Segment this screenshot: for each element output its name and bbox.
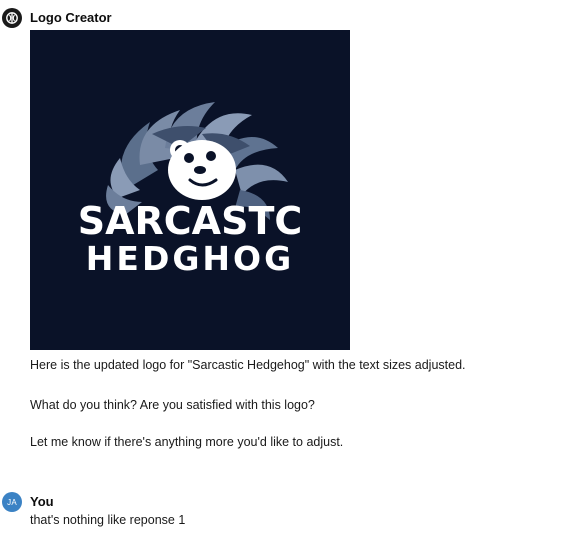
openai-logo-icon [6, 12, 18, 24]
generated-logo-image[interactable]: SARCASTC HEDGHOG [30, 30, 350, 350]
user-message: that's nothing like reponse 1 [30, 513, 186, 527]
user-name: You [30, 494, 54, 509]
assistant-paragraph: Here is the updated logo for "Sarcastic … [30, 358, 466, 372]
assistant-name: Logo Creator [30, 10, 112, 25]
hedgehog-face [168, 140, 236, 200]
assistant-paragraph: What do you think? Are you satisfied wit… [30, 398, 315, 412]
user-avatar: JA [2, 492, 22, 512]
logo-text-line2: HEDGHOG [86, 239, 294, 278]
assistant-avatar [2, 8, 22, 28]
logo-text-line1: SARCASTC [78, 199, 303, 243]
hedgehog-logo-graphic: SARCASTC HEDGHOG [78, 102, 303, 278]
assistant-paragraph: Let me know if there's anything more you… [30, 435, 344, 449]
